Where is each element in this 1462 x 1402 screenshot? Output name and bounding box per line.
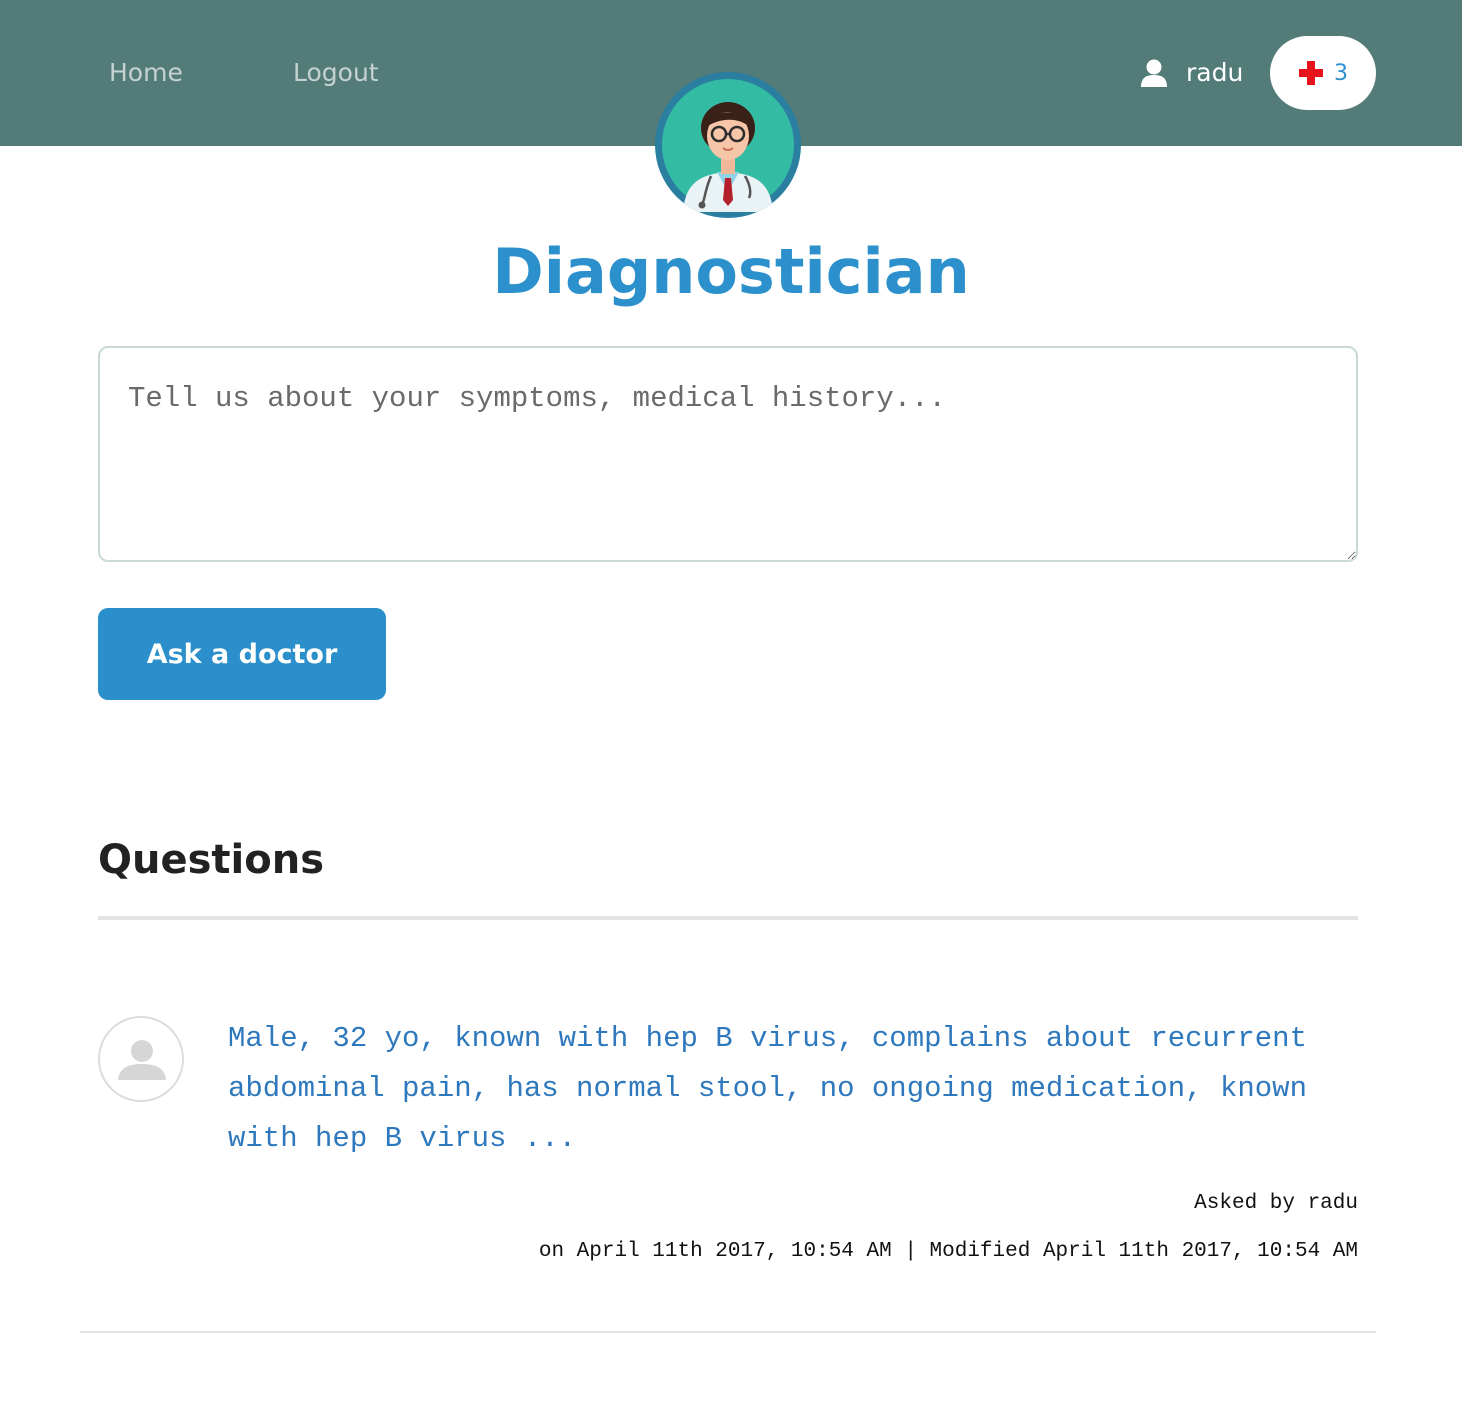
symptoms-input[interactable] xyxy=(98,346,1358,562)
question-author[interactable]: radu xyxy=(1308,1192,1358,1215)
nav-home-link[interactable]: Home xyxy=(109,58,183,88)
list-divider xyxy=(80,1331,1376,1333)
nav-logout-link[interactable]: Logout xyxy=(293,58,379,88)
question-dates: on April 11th 2017, 10:54 AM | Modified … xyxy=(538,1240,1358,1263)
default-user-avatar-icon xyxy=(98,1016,184,1102)
question-link[interactable]: Male, 32 yo, known with hep B virus, com… xyxy=(228,1014,1358,1164)
user-icon xyxy=(1141,59,1167,87)
points-badge[interactable]: 3 xyxy=(1270,36,1376,110)
current-user[interactable]: radu xyxy=(1140,55,1243,91)
question-asked-by: Asked by radu xyxy=(1194,1192,1358,1215)
ask-doctor-button[interactable]: Ask a doctor xyxy=(98,608,386,700)
points-count: 3 xyxy=(1334,60,1348,86)
questions-heading: Questions xyxy=(98,837,325,883)
doctor-avatar-icon xyxy=(655,72,801,218)
app-title: Diagnostician xyxy=(492,235,970,308)
user-name: radu xyxy=(1186,58,1244,87)
section-divider xyxy=(98,916,1358,920)
red-cross-icon xyxy=(1299,61,1323,85)
asked-by-prefix: Asked by xyxy=(1194,1192,1308,1215)
